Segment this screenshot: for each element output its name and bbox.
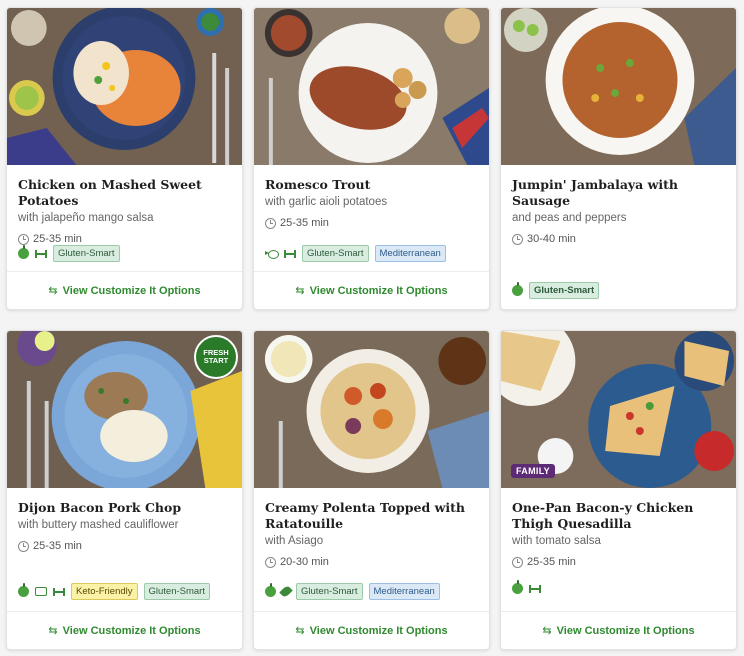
cook-time-value: 25-35 min <box>33 233 82 245</box>
card-body: Chicken on Mashed Sweet Potatoes with ja… <box>7 165 242 271</box>
cook-time-value: 30-40 min <box>527 233 576 245</box>
box-icon <box>35 587 47 596</box>
cook-time: 25-35 min <box>265 217 478 229</box>
recipe-card[interactable]: Jumpin' Jambalaya with Sausage and peas … <box>500 7 737 310</box>
apple-icon <box>265 583 276 597</box>
recipe-title[interactable]: Jumpin' Jambalaya with Sausage <box>512 177 725 209</box>
tag-row: Gluten-Smart <box>501 271 736 309</box>
cook-time: 25-35 min <box>18 540 231 552</box>
customize-options-label: View Customize It Options <box>309 624 448 637</box>
cook-time-value: 25-35 min <box>280 217 329 229</box>
swap-icon: ⇆ <box>295 285 305 297</box>
card-body: Dijon Bacon Pork Chop with buttery mashe… <box>7 488 242 611</box>
cook-time: 30-40 min <box>512 233 725 245</box>
dumbbell-icon <box>53 587 65 596</box>
recipe-photo[interactable] <box>501 8 736 165</box>
clock-icon <box>18 540 29 552</box>
leaf-icon <box>279 584 293 599</box>
swap-icon: ⇆ <box>48 625 58 637</box>
tag-gluten-smart: Gluten-Smart <box>143 583 210 600</box>
swap-icon: ⇆ <box>542 625 552 637</box>
recipe-title[interactable]: Dijon Bacon Pork Chop <box>18 500 231 516</box>
recipe-card[interactable]: FAMILY One-Pan Bacon-y Chicken Thigh Que… <box>500 330 737 650</box>
tag-mediterranean: Mediterranean <box>374 245 446 262</box>
recipe-subtitle: with buttery mashed cauliflower <box>18 519 179 531</box>
customize-options-link[interactable]: ⇆ View Customize It Options <box>254 611 489 649</box>
card-body: One-Pan Bacon-y Chicken Thigh Quesadilla… <box>501 488 736 611</box>
recipe-title[interactable]: One-Pan Bacon-y Chicken Thigh Quesadilla <box>512 500 725 532</box>
fresh-start-badge: FRESH START <box>194 335 238 379</box>
cook-time-value: 20-30 min <box>280 556 329 568</box>
customize-options-label: View Customize It Options <box>62 624 201 637</box>
tag-row: Keto-Friendly Gluten-Smart <box>18 583 210 600</box>
recipe-card[interactable]: Chicken on Mashed Sweet Potatoes with ja… <box>6 7 243 310</box>
tag-keto-friendly: Keto-Friendly <box>71 583 138 600</box>
clock-icon <box>265 556 276 568</box>
swap-icon: ⇆ <box>295 625 305 637</box>
recipe-photo[interactable] <box>7 8 242 165</box>
tag-row: Gluten-Smart <box>18 245 120 262</box>
tag-gluten-smart: Gluten-Smart <box>302 245 369 262</box>
swap-icon: ⇆ <box>48 285 58 297</box>
recipe-grid: Chicken on Mashed Sweet Potatoes with ja… <box>6 7 737 650</box>
tag-row: Gluten-Smart Mediterranean <box>265 245 446 262</box>
card-body: Creamy Polenta Topped with Ratatouille w… <box>254 488 489 611</box>
cook-time: 25-35 min <box>512 556 725 568</box>
recipe-title[interactable]: Romesco Trout <box>265 177 478 193</box>
customize-options-link[interactable]: ⇆ View Customize It Options <box>254 271 489 309</box>
recipe-title[interactable]: Chicken on Mashed Sweet Potatoes <box>18 177 231 209</box>
clock-icon <box>512 556 523 568</box>
family-badge: FAMILY <box>511 464 555 478</box>
customize-options-link[interactable]: ⇆ View Customize It Options <box>7 611 242 649</box>
recipe-card[interactable]: Romesco Trout with garlic aioli potatoes… <box>253 7 490 310</box>
recipe-photo[interactable]: FRESH START <box>7 331 242 488</box>
customize-options-label: View Customize It Options <box>309 284 448 297</box>
customize-options-link[interactable]: ⇆ View Customize It Options <box>7 271 242 309</box>
clock-icon <box>512 233 523 245</box>
tag-gluten-smart: Gluten-Smart <box>53 245 120 262</box>
recipe-photo[interactable]: FAMILY <box>501 331 736 488</box>
tag-gluten-smart: Gluten-Smart <box>529 281 600 299</box>
apple-icon <box>18 583 29 597</box>
customize-options-link[interactable]: ⇆ View Customize It Options <box>501 611 736 649</box>
tag-mediterranean: Mediterranean <box>368 583 440 600</box>
cook-time: 25-35 min <box>18 233 231 245</box>
clock-icon <box>265 217 276 229</box>
fish-icon <box>265 249 279 259</box>
card-body: Jumpin' Jambalaya with Sausage and peas … <box>501 165 736 271</box>
tag-row <box>512 580 541 594</box>
customize-options-label: View Customize It Options <box>556 624 695 637</box>
tag-gluten-smart: Gluten-Smart <box>296 583 363 600</box>
recipe-card[interactable]: FRESH START Dijon Bacon Pork Chop with bu… <box>6 330 243 650</box>
recipe-title[interactable]: Creamy Polenta Topped with Ratatouille <box>265 500 478 532</box>
apple-icon <box>18 245 29 259</box>
cook-time-value: 25-35 min <box>33 540 82 552</box>
cook-time: 20-30 min <box>265 556 478 568</box>
recipe-subtitle: and peas and peppers <box>512 212 627 224</box>
apple-icon <box>512 281 523 296</box>
recipe-photo[interactable] <box>254 331 489 488</box>
apple-icon <box>512 580 523 594</box>
recipe-subtitle: with jalapeño mango salsa <box>18 212 154 224</box>
dumbbell-icon <box>529 584 541 593</box>
recipe-card[interactable]: Creamy Polenta Topped with Ratatouille w… <box>253 330 490 650</box>
dumbbell-icon <box>284 249 296 258</box>
cook-time-value: 25-35 min <box>527 556 576 568</box>
recipe-subtitle: with garlic aioli potatoes <box>265 196 388 208</box>
card-body: Romesco Trout with garlic aioli potatoes… <box>254 165 489 271</box>
dumbbell-icon <box>35 249 47 258</box>
recipe-subtitle: with Asiago <box>265 535 324 547</box>
customize-options-label: View Customize It Options <box>62 284 201 297</box>
tag-row: Gluten-Smart Mediterranean <box>265 583 440 600</box>
clock-icon <box>18 233 29 245</box>
recipe-photo[interactable] <box>254 8 489 165</box>
recipe-subtitle: with tomato salsa <box>512 535 601 547</box>
